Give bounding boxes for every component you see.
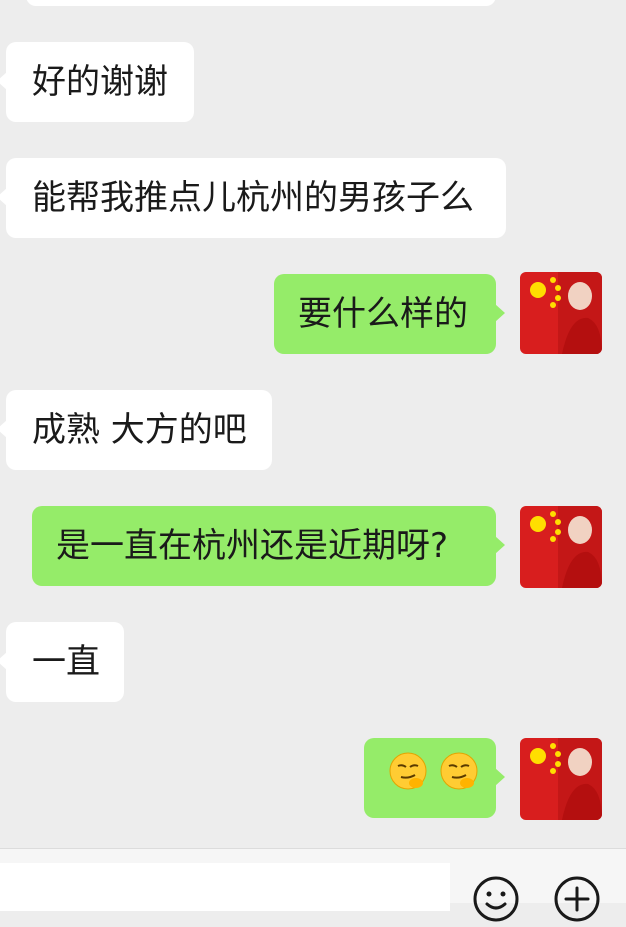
smirk-hand-emoji-icon bbox=[439, 740, 479, 820]
emoji-icon[interactable] bbox=[472, 875, 520, 923]
partial-message-bubble bbox=[26, 0, 496, 6]
message-bubble-outgoing[interactable]: 是一直在杭州还是近期呀? bbox=[32, 506, 505, 586]
chn-flag-avatar-icon[interactable] bbox=[520, 506, 602, 588]
message-text: 要什么样的 bbox=[298, 294, 468, 334]
message-text: 成熟 大方的吧 bbox=[32, 410, 247, 450]
message-bubble-incoming[interactable]: 好的谢谢 bbox=[0, 42, 194, 122]
plus-icon[interactable] bbox=[553, 875, 601, 923]
message-input[interactable] bbox=[0, 863, 450, 911]
message-text: 能帮我推点儿杭州的男孩子么 bbox=[32, 178, 474, 218]
chat-message-area[interactable]: 好的谢谢 能帮我推点儿杭州的男孩子么 要什么样的 成熟 大方的吧 是一直在杭州还… bbox=[0, 0, 626, 848]
message-bubble-outgoing[interactable]: 要什么样的 bbox=[274, 274, 505, 354]
message-text: 一直 bbox=[32, 642, 100, 682]
chn-flag-avatar-icon[interactable] bbox=[520, 272, 602, 354]
chn-flag-avatar-icon[interactable] bbox=[520, 738, 602, 820]
message-bubble-incoming[interactable]: 一直 bbox=[0, 622, 124, 702]
message-bubble-incoming[interactable]: 成熟 大方的吧 bbox=[0, 390, 272, 470]
message-text: 好的谢谢 bbox=[32, 62, 168, 102]
smirk-hand-emoji-icon bbox=[388, 740, 428, 820]
message-bubble-outgoing[interactable] bbox=[364, 738, 505, 820]
message-text: 是一直在杭州还是近期呀? bbox=[56, 526, 449, 566]
message-bubble-incoming[interactable]: 能帮我推点儿杭州的男孩子么 bbox=[0, 158, 506, 238]
message-input-bar bbox=[0, 848, 626, 922]
